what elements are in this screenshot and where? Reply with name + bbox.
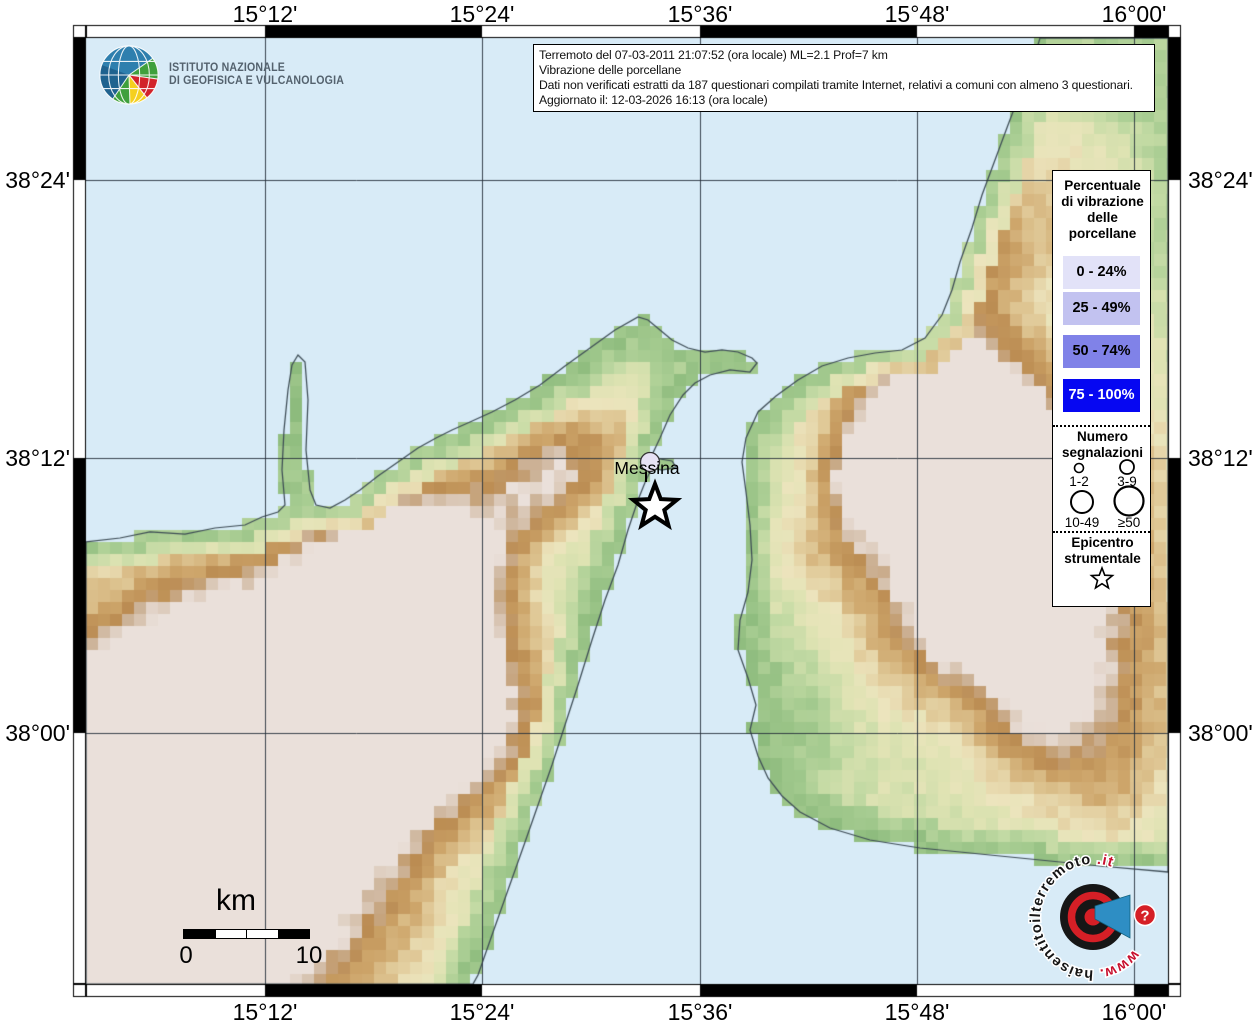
shakemap-page: { "info_box": { "lines": [ "Terremoto de… [0,0,1255,1024]
ingv-name: ISTITUTO NAZIONALE DI GEOFISICA E VULCAN… [169,62,344,89]
scalebar-seg3 [246,930,278,938]
axis-label-right-1: 38°24' [1188,167,1253,193]
epicenter-star-icon [625,477,685,537]
legend-circle-ge50-icon [1115,487,1144,516]
legend-divider-1 [1053,425,1150,427]
legend-circle-10-49-icon [1071,491,1093,513]
legend-title-line1: Percentuale [1053,178,1152,194]
legend-title-line3: delle [1053,210,1152,226]
axis-label-left-3: 38°00' [0,720,70,746]
scalebar-seg4 [278,930,310,938]
event-info-box: Terremoto del 07-03-2011 21:07:52 (ora l… [533,44,1155,112]
axis-label-top-4: 15°48' [885,1,950,28]
legend-swatch-0-24: 0 - 24% [1063,256,1140,289]
ingv-name-line2: DI GEOFISICA E VULCANOLOGIA [169,75,344,89]
legend-title-line4: porcellane [1053,226,1152,242]
axis-label-left-2: 38°12' [0,445,70,471]
logo-text-www: www. [1098,946,1143,981]
legend-divider-2 [1053,531,1150,533]
legend-count-label-10-49: 10-49 [1065,515,1100,530]
axis-label-bottom-3: 15°36' [668,999,733,1024]
scalebar-end: 10 [296,942,323,970]
axis-label-top-2: 15°24' [450,1,515,28]
ingv-logo: ISTITUTO NAZIONALE DI GEOFISICA E VULCAN… [98,44,359,106]
legend-swatch-50-74: 50 - 74% [1063,335,1140,368]
legend: Percentuale di vibrazione delle porcella… [1052,170,1151,607]
axis-label-right-2: 38°12' [1188,445,1253,471]
axis-label-bottom-4: 15°48' [885,999,950,1024]
scalebar-seg2 [215,930,247,938]
legend-circle-1-2-icon [1075,464,1084,473]
axis-label-right-3: 38°00' [1188,720,1253,746]
legend-count-label-ge50: ≥50 [1118,515,1140,530]
legend-swatch-25-49: 25 - 49% [1063,292,1140,325]
legend-swatch-75-100: 75 - 100% [1063,379,1140,412]
scalebar-start: 0 [179,942,192,970]
haisentito-logo: www. haisentitoilterremoto .it ? [1025,849,1161,985]
legend-counts-title-line1: Numero [1053,429,1152,445]
axis-label-bottom-5: 16°00' [1102,999,1167,1024]
event-info-line-2: Vibrazione delle porcellane [539,63,1149,78]
axis-label-top-5: 16°00' [1102,1,1167,28]
axis-label-bottom-1: 15°12' [233,999,298,1024]
event-info-line-1: Terremoto del 07-03-2011 21:07:52 (ora l… [539,48,1149,63]
scalebar-unit: km [216,884,256,918]
logo-question-mark: ? [1140,908,1149,925]
legend-circle-3-9-icon [1120,460,1134,474]
legend-count-label-1-2: 1-2 [1069,474,1089,489]
scalebar [183,929,310,939]
axis-label-bottom-2: 15°24' [450,999,515,1024]
axis-label-top-3: 15°36' [668,1,733,28]
axis-label-left-1: 38°24' [0,167,70,193]
event-info-line-3: Dati non verificati estratti da 187 ques… [539,78,1149,93]
axis-label-top-1: 15°12' [233,1,298,28]
legend-title-line2: di vibrazione [1053,194,1152,210]
legend-count-label-3-9: 3-9 [1117,474,1137,489]
scalebar-seg1 [184,930,215,938]
ingv-name-line1: ISTITUTO NAZIONALE [169,62,344,76]
legend-epicenter-title-line1: Epicentro [1053,535,1152,551]
legend-counts-title-line2: segnalazioni [1053,445,1152,461]
ingv-globe-icon [98,44,160,106]
legend-epicenter-title-line2: strumentale [1053,551,1152,567]
messina-label: Messina [597,458,697,479]
legend-epicenter-star-icon [1092,568,1113,588]
logo-text-it: .it [1096,852,1116,871]
event-info-line-4: Aggiornato il: 12-03-2026 16:13 (ora loc… [539,93,1149,108]
